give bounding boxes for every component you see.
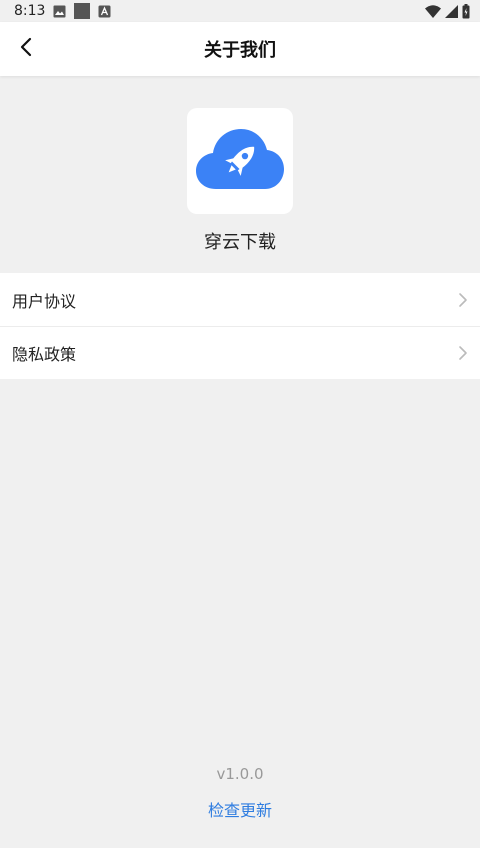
app-bar: 关于我们 [0, 22, 480, 76]
version-text: v1.0.0 [216, 765, 264, 783]
cloud-rocket-logo [196, 127, 284, 195]
menu-item-privacy-policy[interactable]: 隐私政策 [0, 326, 480, 379]
chevron-right-icon [458, 345, 468, 361]
app-logo [187, 108, 293, 214]
square-icon [74, 3, 91, 19]
menu-item-user-agreement[interactable]: 用户协议 [0, 273, 480, 326]
app-name: 穿云下载 [204, 232, 276, 253]
menu-item-label: 隐私政策 [12, 345, 77, 364]
menu-list: 用户协议 隐私政策 [0, 273, 480, 379]
image-icon [53, 5, 66, 18]
battery-icon [462, 3, 470, 19]
check-update-link[interactable]: 检查更新 [0, 797, 480, 821]
status-time: 8:13 [14, 3, 46, 19]
back-button[interactable] [10, 32, 44, 66]
chevron-right-icon [458, 292, 468, 308]
wifi-icon [425, 4, 441, 18]
signal-icon [445, 4, 458, 18]
status-bar: 8:13 [0, 0, 480, 22]
page-title: 关于我们 [204, 40, 276, 61]
menu-item-label: 用户协议 [12, 291, 77, 311]
back-arrow-icon [19, 37, 35, 61]
a-icon [98, 5, 111, 18]
